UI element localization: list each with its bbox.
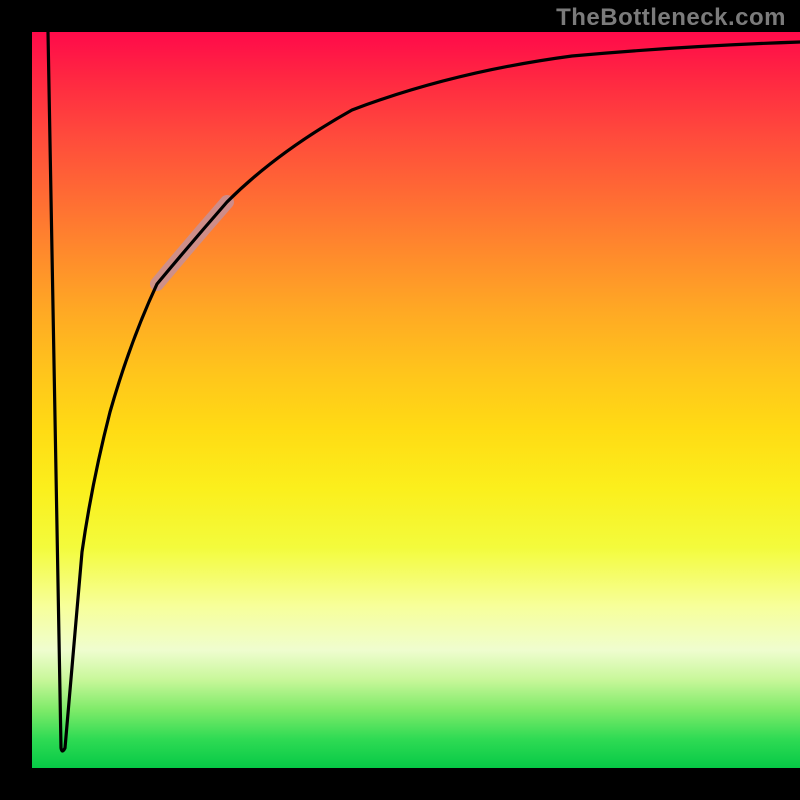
watermark-text: TheBottleneck.com bbox=[556, 4, 786, 32]
highlight-segment bbox=[157, 202, 227, 284]
plot-area bbox=[32, 32, 800, 768]
bottleneck-curve bbox=[48, 32, 800, 751]
chart-frame: TheBottleneck.com bbox=[0, 0, 800, 800]
curve-svg bbox=[32, 32, 800, 768]
